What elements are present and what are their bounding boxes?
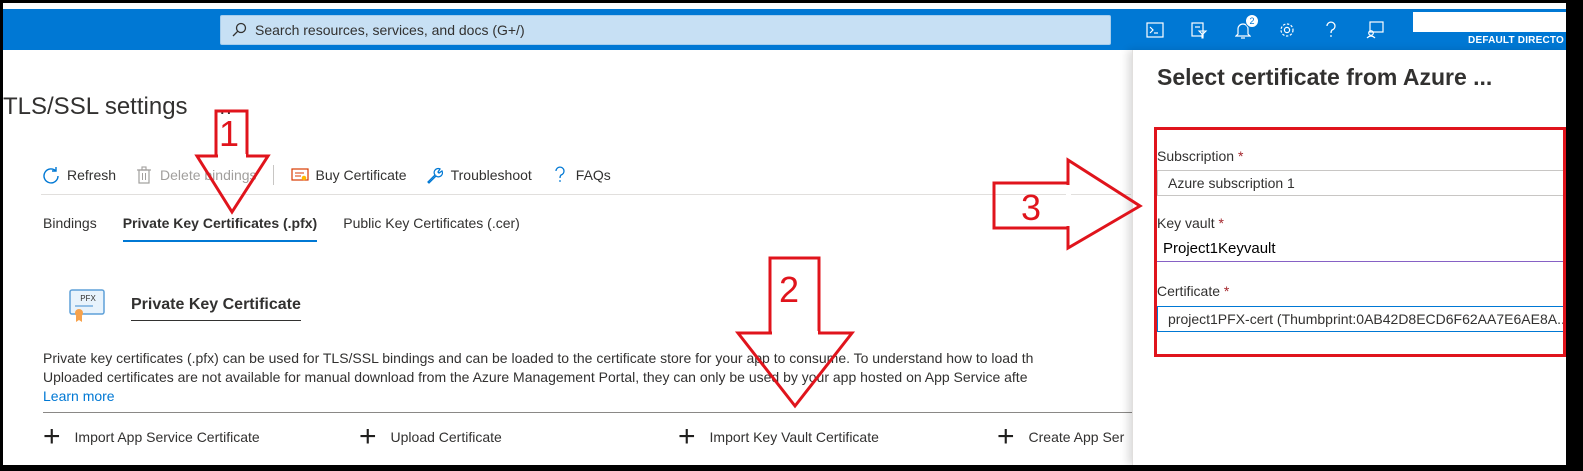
portal-window: Search resources, services, and docs (G+… [3, 3, 1566, 465]
arrow-3-join [1066, 185, 1071, 226]
annotation-arrows [194, 109, 1143, 409]
annotation-step-2: 2 [779, 269, 800, 310]
annotation-arrow-1-head [194, 154, 271, 215]
annotation-step-1: 1 [219, 113, 240, 154]
annotation-arrow-3-head [1066, 157, 1143, 251]
annotation-arrow-2-head [734, 331, 856, 409]
annotation-step-3: 3 [1021, 187, 1042, 228]
arrow-2-join [772, 331, 818, 336]
